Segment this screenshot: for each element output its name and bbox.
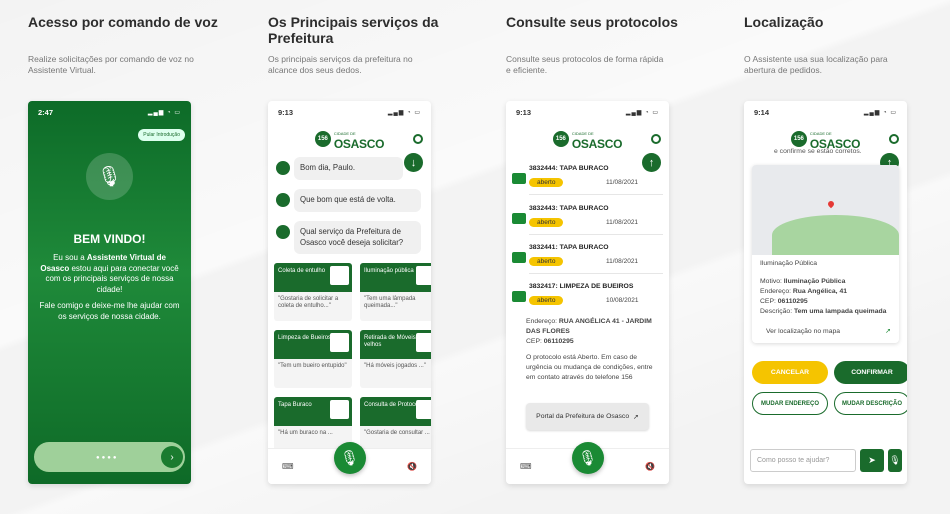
- drain-icon: [330, 333, 349, 352]
- logo-text: CIDADE DE OSASCO: [333, 131, 385, 151]
- status-badge: aberto: [529, 296, 564, 305]
- signal-icon: ▂▄▆ ◔ ▭: [863, 109, 897, 116]
- microphone-button[interactable]: 🎙: [571, 442, 604, 474]
- status-bar: 9:13 ▂▄▆ ◔ ▭: [268, 101, 431, 123]
- pagination-dots: ●●●●: [96, 455, 119, 461]
- protocol-icon: [512, 252, 526, 263]
- status-time: 9:13: [516, 107, 532, 117]
- worker-icon: [330, 400, 349, 419]
- keyboard-icon[interactable]: ⌨: [282, 462, 294, 471]
- external-link-icon: ↗: [633, 413, 639, 421]
- chat-message: Qual serviço da Prefeitura de Osasco voc…: [294, 221, 421, 254]
- status-time: 9:14: [754, 107, 770, 117]
- confirm-button[interactable]: CONFIRMAR: [834, 361, 907, 384]
- bot-avatar: [276, 225, 290, 239]
- streetlight-icon: [416, 266, 431, 285]
- status-bar: 2:47 ▂▄▆ ◔ ▭: [28, 101, 191, 123]
- logo-156-badge: 156: [790, 131, 807, 147]
- change-address-button[interactable]: MUDAR ENDEREÇO: [752, 392, 828, 415]
- protocol-icon: [512, 291, 526, 302]
- protocol-cep: CEP: 06110295: [526, 338, 574, 345]
- map-pin-icon: [826, 199, 836, 209]
- category-label: Iluminação Pública: [760, 260, 818, 267]
- logo-156-badge: 156: [314, 131, 331, 147]
- column-title: Consulte seus protocolos: [506, 14, 678, 30]
- signal-icon: ▂▄▆ ◔ ▭: [387, 109, 421, 116]
- service-card[interactable]: Retirada de Móveis velhos "Há móveis jog…: [360, 330, 431, 388]
- intro-text: Eu sou a Assistente Virtual de Osasco es…: [40, 253, 179, 294]
- microphone-icon[interactable]: 🎙: [888, 449, 902, 472]
- next-arrow-button[interactable]: ›: [161, 446, 183, 468]
- motivo-line: Motivo: Iluminação Pública: [760, 278, 846, 285]
- service-card[interactable]: Iluminação pública "Tem uma lâmpada quei…: [360, 263, 431, 321]
- location-card: Iluminação Pública Motivo: Iluminação Pú…: [752, 165, 899, 343]
- status-bar: 9:14 ▂▄▆ ◔ ▭: [744, 101, 907, 123]
- status-bar: 9:13 ▂▄▆ ◔ ▭: [506, 101, 669, 123]
- intro-text-2: Fale comigo e deixe-me lhe ajudar com os…: [39, 301, 180, 321]
- logo-text: CIDADE DE OSASCO: [571, 131, 623, 151]
- document-icon: [416, 400, 431, 419]
- column-description: Realize solicitações por comando de voz …: [28, 54, 194, 75]
- send-icon[interactable]: ➤: [860, 449, 884, 472]
- cep-line: CEP: 06110295: [760, 298, 808, 305]
- status-badge: aberto: [529, 178, 564, 187]
- skip-intro-button[interactable]: Pular Introdução: [138, 129, 185, 141]
- status-time: 2:47: [38, 107, 54, 117]
- portal-link-button[interactable]: Portal da Prefeitura de Osasco ↗: [526, 403, 649, 430]
- header-logo: 156 CIDADE DE OSASCO: [506, 123, 669, 155]
- protocol-icon: [512, 213, 526, 224]
- scroll-down-button[interactable]: ↓: [404, 153, 423, 172]
- chat-message: Bom dia, Paulo.: [294, 157, 403, 180]
- mute-icon[interactable]: 🔇: [407, 462, 417, 471]
- bot-avatar: [276, 161, 290, 175]
- bot-avatar: [276, 193, 290, 207]
- protocol-icon: [512, 173, 526, 184]
- microphone-icon[interactable]: 🎙: [86, 153, 133, 200]
- gear-icon[interactable]: [413, 134, 423, 144]
- status-time: 9:13: [278, 107, 294, 117]
- external-link-icon: ↗: [885, 328, 891, 335]
- descricao-line: Descrição: Tem uma lampada queimada: [760, 308, 887, 315]
- sofa-icon: [416, 333, 431, 352]
- protocol-info: O protocolo está Aberto. Em caso de urgê…: [526, 354, 653, 381]
- chat-message: e confirme se estão corretos.: [774, 148, 862, 155]
- signal-icon: ▂▄▆ ◔ ▭: [147, 109, 181, 116]
- signal-icon: ▂▄▆ ◔ ▭: [625, 109, 659, 116]
- keyboard-icon[interactable]: ⌨: [520, 462, 532, 471]
- service-card[interactable]: Coleta de entulho "Gostaria de solicitar…: [274, 263, 352, 321]
- map-view[interactable]: [752, 165, 899, 255]
- endereco-line: Endereço: Rua Angélica, 41: [760, 288, 848, 295]
- column-description: O Assistente usa sua localização para ab…: [744, 54, 888, 75]
- gear-icon[interactable]: [651, 134, 661, 144]
- service-card[interactable]: Limpeza de Bueiros "Tem um bueiro entupi…: [274, 330, 352, 388]
- phone-screen-location: 9:14 ▂▄▆ ◔ ▭ 156 CIDADE DE OSASCO e confi…: [744, 101, 907, 484]
- cancel-button[interactable]: CANCELAR: [752, 361, 828, 384]
- logo-text: CIDADE DE OSASCO: [809, 131, 861, 151]
- protocol-address: Endereço: RUA ANGÉLICA 41 - JARDIM DAS F…: [526, 318, 652, 335]
- logo-156-badge: 156: [552, 131, 569, 147]
- service-card[interactable]: Consulta de Protocolo "Gostaria de consu…: [360, 397, 431, 455]
- mute-icon[interactable]: 🔇: [645, 462, 655, 471]
- gear-icon[interactable]: [889, 134, 899, 144]
- welcome-heading: BEM VINDO!: [73, 232, 146, 246]
- view-map-link[interactable]: Ver localização no mapa ↗: [766, 327, 893, 337]
- column-description: Consulte seus protocolos de forma rápida…: [506, 54, 664, 75]
- column-description: Os principais serviços da prefeitura no …: [268, 54, 413, 75]
- message-input[interactable]: Como posso te ajudar?: [750, 449, 856, 472]
- header-logo: 156 CIDADE DE OSASCO: [268, 123, 431, 155]
- column-title: Localização: [744, 14, 824, 30]
- scroll-up-button[interactable]: ↑: [642, 153, 661, 172]
- column-title: Os Principais serviços da Prefeitura: [268, 14, 439, 46]
- status-badge: aberto: [529, 257, 564, 266]
- column-title: Acesso por comando de voz: [28, 14, 218, 30]
- phone-screen-voice: 2:47 ▂▄▆ ◔ ▭ Pular Introdução 🎙 BEM VIND…: [28, 101, 191, 484]
- microphone-button[interactable]: 🎙: [333, 442, 366, 474]
- phone-screen-protocols: 9:13 ▂▄▆ ◔ ▭ 156 CIDADE DE OSASCO ↑ 38324…: [506, 101, 669, 484]
- status-badge: aberto: [529, 218, 564, 227]
- chat-message: Que bom que está de volta.: [294, 189, 421, 212]
- truck-icon: [330, 266, 349, 285]
- change-description-button[interactable]: MUDAR DESCRIÇÃO: [834, 392, 907, 415]
- phone-screen-services: 9:13 ▂▄▆ ◔ ▭ 156 CIDADE DE OSASCO ↓ Bom d…: [268, 101, 431, 484]
